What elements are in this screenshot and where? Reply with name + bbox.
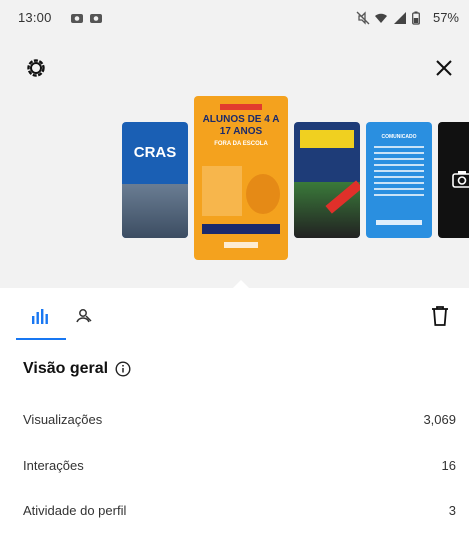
story-thumbnail-selected[interactable]: ALUNOS DE 4 A 17 ANOS FORA DA ESCOLA (194, 96, 288, 260)
thumbnail-text-block (202, 166, 242, 216)
thumbnail-logo (376, 220, 422, 225)
metric-row-views[interactable]: Visualizações 3,069 (23, 408, 456, 430)
mute-icon (356, 11, 370, 25)
trash-icon (432, 306, 448, 326)
story-preview-area: CRAS ALUNOS DE 4 A 17 ANOS FORA DA ESCOL… (0, 40, 469, 288)
thumbnail-tag (220, 104, 262, 110)
close-button[interactable] (428, 52, 460, 84)
thumbnail-banner (300, 130, 354, 148)
metric-label: Atividade do perfil (23, 502, 127, 518)
metric-row-interactions[interactable]: Interações 16 (23, 454, 456, 476)
thumbnail-title: COMUNICADO (381, 134, 417, 140)
status-bar: 13:00 57% (0, 0, 469, 40)
close-icon (436, 60, 452, 76)
metric-label: Interações (23, 457, 84, 473)
insights-tabs (0, 288, 469, 342)
gear-icon (27, 59, 45, 77)
delete-button[interactable] (424, 300, 456, 332)
overview-title: Visão geral (23, 360, 109, 377)
photo-notification-icon (89, 11, 103, 25)
tab-insights[interactable] (24, 302, 56, 330)
story-thumbnail[interactable]: COMUNICADO (366, 122, 432, 238)
battery-percent: 57% (432, 10, 459, 25)
signal-icon (393, 11, 407, 25)
metric-label: Visualizações (23, 411, 103, 427)
thumbnail-banner (202, 224, 280, 234)
person-tag-icon (76, 309, 92, 323)
wifi-icon (374, 11, 388, 25)
thumbnail-title: ALUNOS DE 4 A 17 ANOS (202, 114, 280, 137)
metric-value: 3 (448, 502, 456, 518)
thumbnail-logo (224, 242, 258, 248)
camera-icon (452, 171, 469, 188)
tab-indicator (16, 338, 66, 340)
tab-viewers[interactable] (68, 302, 100, 330)
add-story-thumbnail[interactable] (438, 122, 469, 238)
thumbnail-text-lines (374, 146, 424, 196)
story-thumbnail[interactable]: CRAS (122, 122, 188, 238)
thumbnail-title: CRAS (133, 144, 177, 161)
metric-value: 3,069 (423, 411, 456, 427)
status-time: 13:00 (18, 10, 52, 25)
info-icon[interactable] (115, 361, 131, 377)
bar-chart-icon (32, 309, 48, 324)
overview-heading: Visão geral (23, 360, 131, 378)
metric-row-profile-activity[interactable]: Atividade do perfil 3 (23, 499, 456, 521)
photo-notification-icon (70, 11, 84, 25)
story-thumbnail[interactable] (294, 122, 360, 238)
thumbnail-photo (122, 184, 188, 238)
thumbnail-illustration (246, 174, 280, 214)
settings-button[interactable] (20, 52, 52, 84)
battery-icon (412, 11, 420, 25)
thumbnail-subtitle: FORA DA ESCOLA (214, 141, 268, 147)
metric-value: 16 (441, 457, 456, 473)
